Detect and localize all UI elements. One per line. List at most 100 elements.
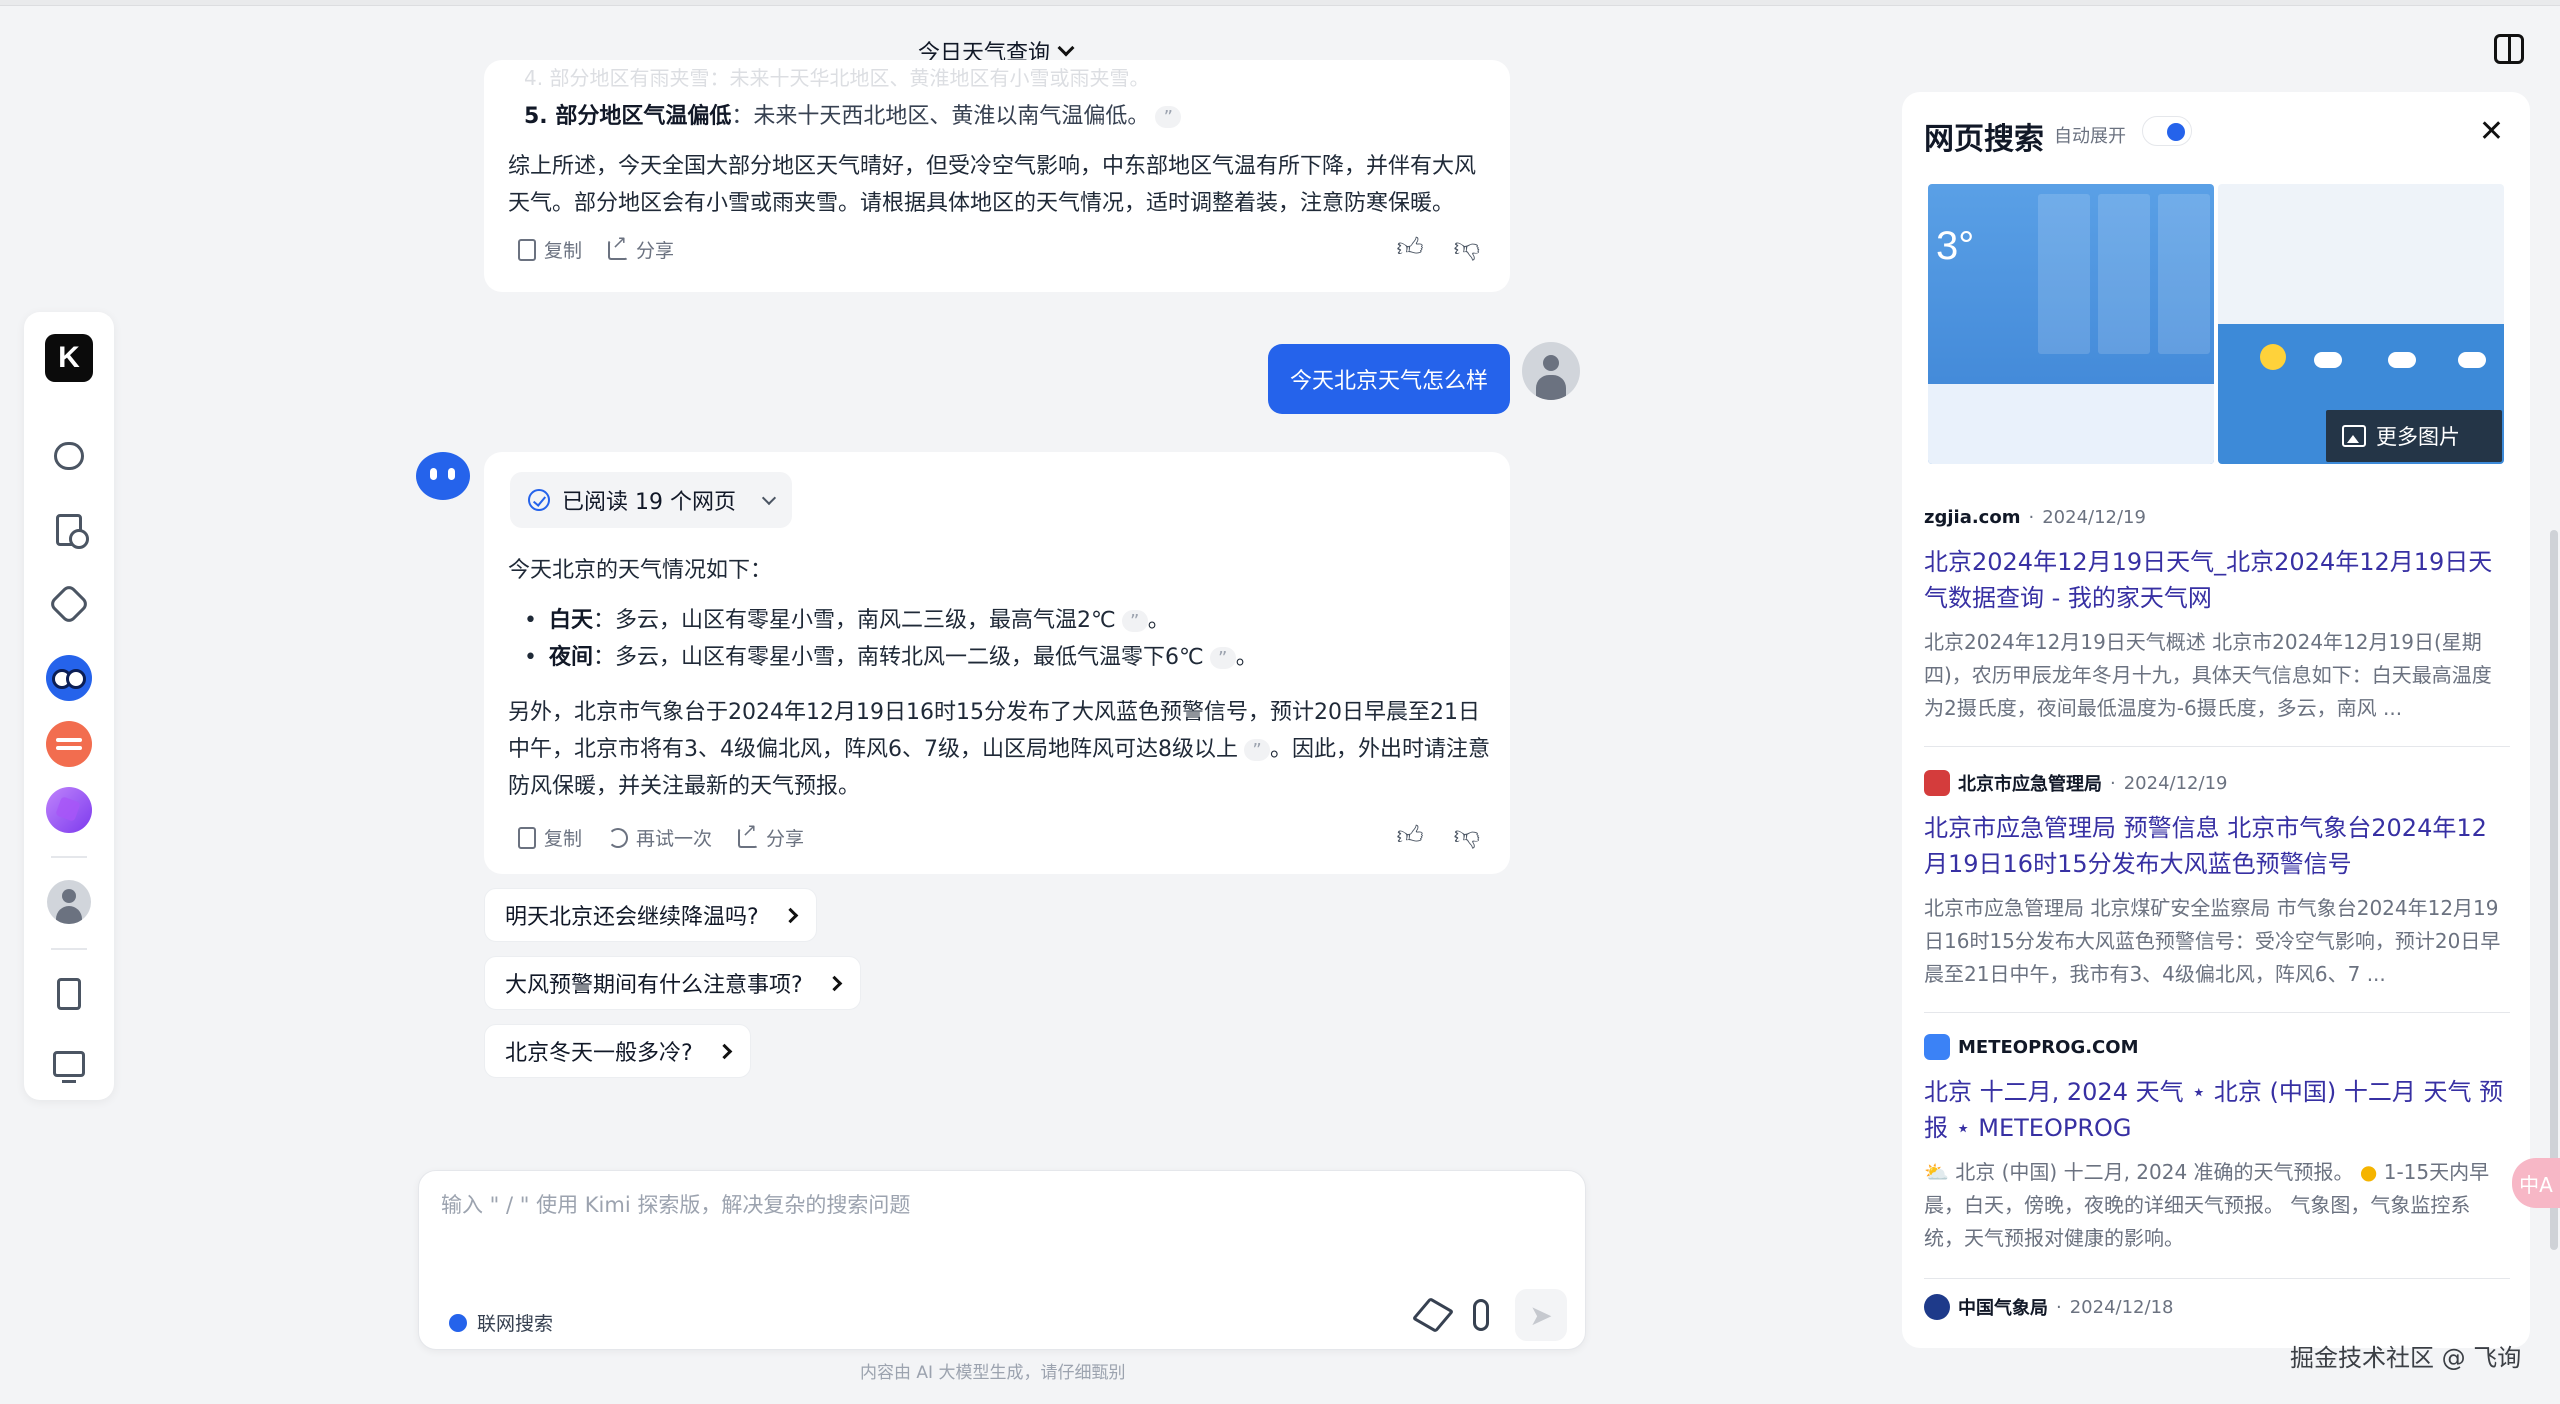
user-avatar [1522,342,1580,400]
agent-button-1[interactable] [45,654,93,702]
image-temperature: 3° [1936,224,1975,268]
more-images-button[interactable]: 更多图片 [2326,410,2502,462]
forecast-column [2098,194,2150,354]
list-item-label: 白天 [548,608,593,633]
result-source: 北京市应急管理局 · 2024/12/19 [1924,768,2510,798]
snippet-part-a: 北京 (中国) 十二月, 2024 准确的天气预报。 [1955,1160,2354,1184]
search-result: 北京市应急管理局 · 2024/12/19 北京市应急管理局 预警信息 北京市气象台… [1924,768,2510,991]
sun-icon [2260,344,2286,370]
check-circle-icon [528,489,550,511]
weather-image-1[interactable]: 3° [1928,184,2214,464]
site-favicon-icon [1924,1034,1950,1060]
chevron-right-icon [716,1043,732,1059]
result-divider [1924,746,2510,747]
chat-plus-icon [54,442,84,470]
cube-icon[interactable] [1411,1297,1455,1333]
history-button[interactable] [45,506,93,554]
kimi-avatar-icon [416,452,470,500]
result-snippet: ⛅ 北京 (中国) 十二月, 2024 准确的天气预报。 ● 1-15天内早晨，… [1924,1156,2510,1255]
source-name: 中国气象局 [1958,1298,2048,1319]
suggestion-label: 大风预警期间有什么注意事项? [505,973,803,998]
forecast-column [2038,194,2090,354]
thumbs-down-icon[interactable]: 👎︎ [1454,820,1480,851]
copy-label: 复制 [544,828,583,850]
thumbs-up-icon[interactable]: 👍︎ [1396,820,1423,851]
source-name: METEOPROG.COM [1958,1036,2139,1058]
new-chat-button[interactable] [45,432,93,480]
copy-icon [518,238,536,261]
list-item-label: 夜间 [548,645,593,670]
list-item-tail: 。 [1147,608,1170,633]
kimi-logo[interactable]: K [45,334,93,382]
toggle-dot-icon [449,1313,467,1332]
user-avatar-icon [47,880,91,924]
share-button[interactable]: 分享 [608,232,675,263]
list-item-text: ：多云，山区有零星小雪，南风二三级，最高气温2℃ [593,608,1116,633]
result-source: 中国气象局 · 2024/12/18 [1924,1292,2510,1322]
left-sidebar: K [24,312,114,1100]
scrollbar[interactable] [2550,530,2558,1250]
share-label: 分享 [636,240,675,262]
network-icon [47,582,91,626]
result-title-link[interactable]: 北京2024年12月19日天气_北京2024年12月19日天气数据查询 - 我的… [1924,544,2510,616]
panel-toggle-icon[interactable] [2494,34,2524,64]
list-item: 白天：多云，山区有零星小雪，南风二三级，最高气温2℃”。 [524,602,1258,639]
desktop-app-button[interactable] [45,1040,93,1088]
citation-icon[interactable]: ” [1121,610,1148,632]
copy-label: 复制 [544,240,583,262]
auto-expand-toggle[interactable] [2142,116,2192,146]
send-button[interactable]: ➤ [1515,1289,1567,1341]
read-pages-toggle[interactable]: 已阅读 19 个网页 [510,472,792,528]
suggestion-label: 北京冬天一般多冷? [505,1041,693,1066]
chat-input[interactable] [441,1189,1561,1259]
chevron-down-icon [761,490,777,505]
read-pages-label: 已阅读 19 个网页 [562,490,736,515]
share-button[interactable]: 分享 [738,820,804,851]
image-icon [2342,425,2366,447]
faded-list-item: 4. 部分地区有雨夹雪：未来十天华北地区、黄淮地区有小雪或雨夹雪。 [524,66,1150,90]
citation-icon[interactable]: ” [1209,647,1236,669]
retry-label: 再试一次 [636,828,713,850]
translate-badge[interactable]: 中A [2512,1158,2560,1208]
cloud-icon [2314,352,2342,368]
forecast-column [2158,194,2210,354]
citation-icon[interactable]: ” [1244,739,1270,761]
mobile-app-button[interactable] [45,970,93,1018]
list-item-text: ：多云，山区有零星小雪，南转北风一二级，最低气温零下6℃ [593,645,1204,670]
share-icon [738,820,759,848]
auto-expand-label: 自动展开 [2054,126,2126,147]
suggestion-chip[interactable]: 明天北京还会继续降温吗? [484,888,817,942]
copy-icon [518,826,536,849]
close-icon[interactable]: ✕ [2479,114,2504,149]
source-name: 北京市应急管理局 [1958,774,2102,795]
search-result: zgjia.com · 2024/12/19 北京2024年12月19日天气_北京2… [1924,502,2510,725]
result-title-link[interactable]: 北京市应急管理局 预警信息 北京市气象台2024年12月19日16时15分发布大… [1924,810,2510,882]
suggestion-chip[interactable]: 北京冬天一般多冷? [484,1024,751,1078]
site-favicon-icon [1924,1294,1950,1320]
retry-button[interactable]: 再试一次 [608,824,712,851]
list-item-tail: 。 [1235,645,1258,670]
explore-button[interactable] [45,580,93,628]
cloud-icon [2388,352,2416,368]
agent-button-2[interactable] [45,720,93,768]
web-search-toggle[interactable]: 联网搜索 [449,1309,553,1336]
result-divider [1924,1278,2510,1279]
answer-list: 白天：多云，山区有零星小雪，南风二三级，最高气温2℃”。 夜间：多云，山区有零星… [524,602,1258,676]
search-result: 中国气象局 · 2024/12/18 [1924,1292,2510,1322]
thumbs-down-icon[interactable]: 👎︎ [1454,232,1480,263]
source-name: zgjia.com [1924,506,2021,528]
cloud-sun-icon: ⛅ [1924,1160,1949,1184]
copy-button[interactable]: 复制 [518,824,582,851]
send-icon: ➤ [1529,1298,1553,1332]
attachment-icon[interactable] [1473,1299,1489,1331]
search-result: METEOPROG.COM 北京 十二月, 2024 天气 ⋆ 北京 (中国) … [1924,1032,2510,1255]
copy-button[interactable]: 复制 [518,236,582,263]
sidebar-divider [51,856,87,858]
citation-icon[interactable]: ” [1155,106,1182,128]
result-title-link[interactable]: 北京 十二月, 2024 天气 ⋆ 北京 (中国) 十二月 天气 预报 ⋆ ME… [1924,1074,2510,1146]
user-profile-button[interactable] [45,878,93,926]
suggestion-chip[interactable]: 大风预警期间有什么注意事项? [484,956,861,1010]
agent-button-3[interactable] [45,786,93,834]
thumbs-up-icon[interactable]: 👍︎ [1396,232,1423,263]
result-snippet: 北京市应急管理局 北京煤矿安全监察局 市气象台2024年12月19日16时15分… [1924,896,2501,986]
